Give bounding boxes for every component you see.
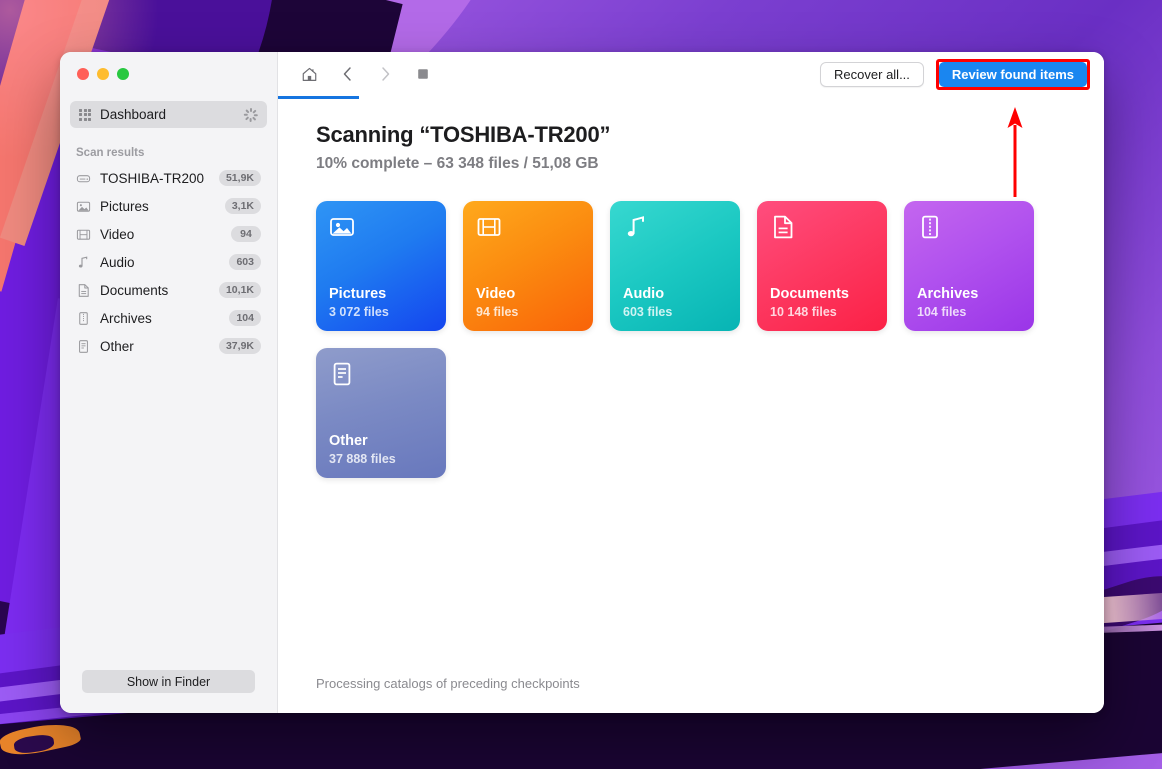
sidebar-item-badge: 603 xyxy=(229,254,261,270)
card-title: Audio xyxy=(623,285,665,302)
maximize-button[interactable] xyxy=(117,68,129,80)
card-title: Archives xyxy=(917,285,979,302)
zip-icon xyxy=(79,311,88,325)
sidebar-item-label: Archives xyxy=(100,310,152,326)
sidebar-item-badge: 10,1K xyxy=(218,282,261,298)
home-button[interactable] xyxy=(292,60,326,88)
card-spacer xyxy=(917,240,1021,286)
sidebar: Dashboard Scan results TOSHIBA-TR200 51,… xyxy=(60,52,278,713)
review-found-items-highlight: Review found items xyxy=(935,58,1090,90)
sidebar-item-label: Dashboard xyxy=(100,107,167,122)
sidebar-item-label: Audio xyxy=(100,254,135,270)
desktop-wallpaper: Dashboard Scan results TOSHIBA-TR200 51,… xyxy=(0,0,1162,769)
card-spacer xyxy=(623,240,727,286)
card-spacer xyxy=(770,240,874,286)
sidebar-item-other[interactable]: Other 37,9K xyxy=(70,332,267,360)
category-card-video[interactable]: Video 94 files xyxy=(463,201,593,331)
sidebar-item-label: Pictures xyxy=(100,198,149,214)
show-in-finder-button[interactable]: Show in Finder xyxy=(82,670,255,693)
sidebar-item-badge: 51,9K xyxy=(218,170,261,186)
sidebar-section-label: Scan results xyxy=(76,147,145,159)
status-text: Processing catalogs of preceding checkpo… xyxy=(316,676,580,691)
sidebar-item-video[interactable]: Video 94 xyxy=(70,220,267,248)
recover-all-button[interactable]: Recover all... xyxy=(820,61,924,87)
sidebar-item-badge: 37,9K xyxy=(218,338,261,354)
category-card-documents[interactable]: Documents 10 148 files xyxy=(757,201,887,331)
toolbar-actions: Recover all... Review found items xyxy=(820,58,1090,90)
sidebar-item-archives[interactable]: Archives 104 xyxy=(70,304,267,332)
page-title: Scanning “TOSHIBA-TR200” xyxy=(316,122,611,147)
music-note-icon xyxy=(627,216,644,237)
category-card-other[interactable]: Other 37 888 files xyxy=(316,348,446,478)
photo-icon xyxy=(330,218,354,236)
card-spacer xyxy=(329,387,433,433)
film-icon xyxy=(76,229,91,240)
card-title: Documents xyxy=(770,285,849,302)
lines-document-icon xyxy=(79,339,88,353)
document-icon xyxy=(78,283,89,297)
card-spacer xyxy=(476,240,580,286)
home-icon xyxy=(302,67,316,81)
card-title: Pictures xyxy=(329,285,387,302)
card-file-count: 603 files xyxy=(623,305,673,319)
page-subtitle: 10% complete – 63 348 files / 51,08 GB xyxy=(316,155,599,172)
card-file-count: 10 148 files xyxy=(770,305,837,319)
stop-scan-button[interactable] xyxy=(406,60,440,88)
category-card-audio[interactable]: Audio 603 files xyxy=(610,201,740,331)
show-in-finder-container: Show in Finder xyxy=(60,670,277,713)
sidebar-item-badge: 3,1K xyxy=(224,198,261,214)
stop-square-icon xyxy=(418,69,428,79)
sidebar-item-pictures[interactable]: Pictures 3,1K xyxy=(70,192,267,220)
close-button[interactable] xyxy=(77,68,89,80)
lines-document-icon xyxy=(333,362,351,386)
card-spacer xyxy=(329,240,433,286)
main-panel: Recover all... Review found items Scanni… xyxy=(278,52,1104,713)
app-window: Dashboard Scan results TOSHIBA-TR200 51,… xyxy=(60,52,1104,713)
spinner-icon xyxy=(243,107,258,122)
sidebar-item-dashboard[interactable]: Dashboard xyxy=(70,101,267,128)
sidebar-item-badge: 94 xyxy=(231,226,261,242)
card-file-count: 37 888 files xyxy=(329,452,396,466)
sidebar-item-label: Documents xyxy=(100,282,169,298)
zip-icon xyxy=(922,215,938,239)
music-note-icon xyxy=(78,256,88,267)
minimize-button[interactable] xyxy=(97,68,109,80)
sidebar-item-label: TOSHIBA-TR200 xyxy=(100,170,205,186)
content-area: Scanning “TOSHIBA-TR200” 10% complete – … xyxy=(278,96,1104,713)
sidebar-item-toshiba-tr200[interactable]: TOSHIBA-TR200 51,9K xyxy=(70,164,267,192)
harddrive-icon xyxy=(76,174,91,182)
card-file-count: 104 files xyxy=(917,305,967,319)
card-file-count: 3 072 files xyxy=(329,305,389,319)
card-file-count: 94 files xyxy=(476,305,519,319)
chevron-right-icon xyxy=(381,67,389,81)
back-button[interactable] xyxy=(330,60,364,88)
category-card-grid: Pictures 3 072 files Video 94 files Audi… xyxy=(316,201,1081,478)
card-title: Video xyxy=(476,285,516,302)
film-icon xyxy=(477,218,501,236)
forward-button[interactable] xyxy=(368,60,402,88)
card-title: Other xyxy=(329,432,368,449)
grid-icon xyxy=(79,108,91,121)
sidebar-item-label: Other xyxy=(100,338,134,354)
photo-icon xyxy=(76,201,91,212)
toolbar: Recover all... Review found items xyxy=(278,52,1104,99)
review-found-items-button[interactable]: Review found items xyxy=(938,61,1087,87)
sidebar-item-badge: 104 xyxy=(229,310,261,326)
category-card-archives[interactable]: Archives 104 files xyxy=(904,201,1034,331)
sidebar-item-audio[interactable]: Audio 603 xyxy=(70,248,267,276)
toolbar-navigation xyxy=(278,60,440,88)
document-icon xyxy=(774,215,793,239)
sidebar-item-documents[interactable]: Documents 10,1K xyxy=(70,276,267,304)
chevron-left-icon xyxy=(343,67,351,81)
sidebar-item-label: Video xyxy=(100,226,135,242)
category-card-pictures[interactable]: Pictures 3 072 files xyxy=(316,201,446,331)
window-controls xyxy=(60,52,277,96)
